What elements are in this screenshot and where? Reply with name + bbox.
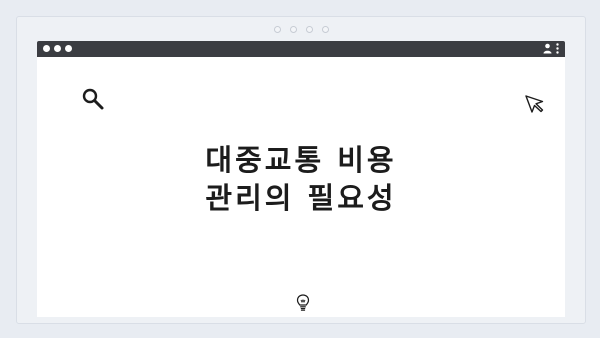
- browser-bar-actions: [543, 43, 559, 54]
- browser-content: 대중교통 비용 관리의 필요성: [37, 57, 565, 317]
- page-title: 대중교통 비용 관리의 필요성: [37, 141, 565, 217]
- window-control-dot[interactable]: [43, 45, 50, 52]
- kebab-menu-icon[interactable]: [556, 43, 559, 54]
- frame-dot: [321, 26, 329, 33]
- frame-dot: [273, 26, 281, 33]
- window-controls: [43, 45, 72, 52]
- cursor-icon: [525, 95, 544, 113]
- outer-frame: 대중교통 비용 관리의 필요성: [16, 16, 586, 324]
- search-icon[interactable]: [81, 87, 105, 111]
- frame-dots: [17, 26, 585, 33]
- title-line-2: 관리의 필요성: [205, 181, 397, 215]
- browser-title-bar: [37, 41, 565, 57]
- title-line-1: 대중교통 비용: [205, 143, 397, 177]
- window-control-dot[interactable]: [65, 45, 72, 52]
- user-icon[interactable]: [543, 43, 552, 54]
- frame-dot: [305, 26, 313, 33]
- lightbulb-icon: [296, 294, 310, 311]
- frame-dot: [289, 26, 297, 33]
- window-control-dot[interactable]: [54, 45, 61, 52]
